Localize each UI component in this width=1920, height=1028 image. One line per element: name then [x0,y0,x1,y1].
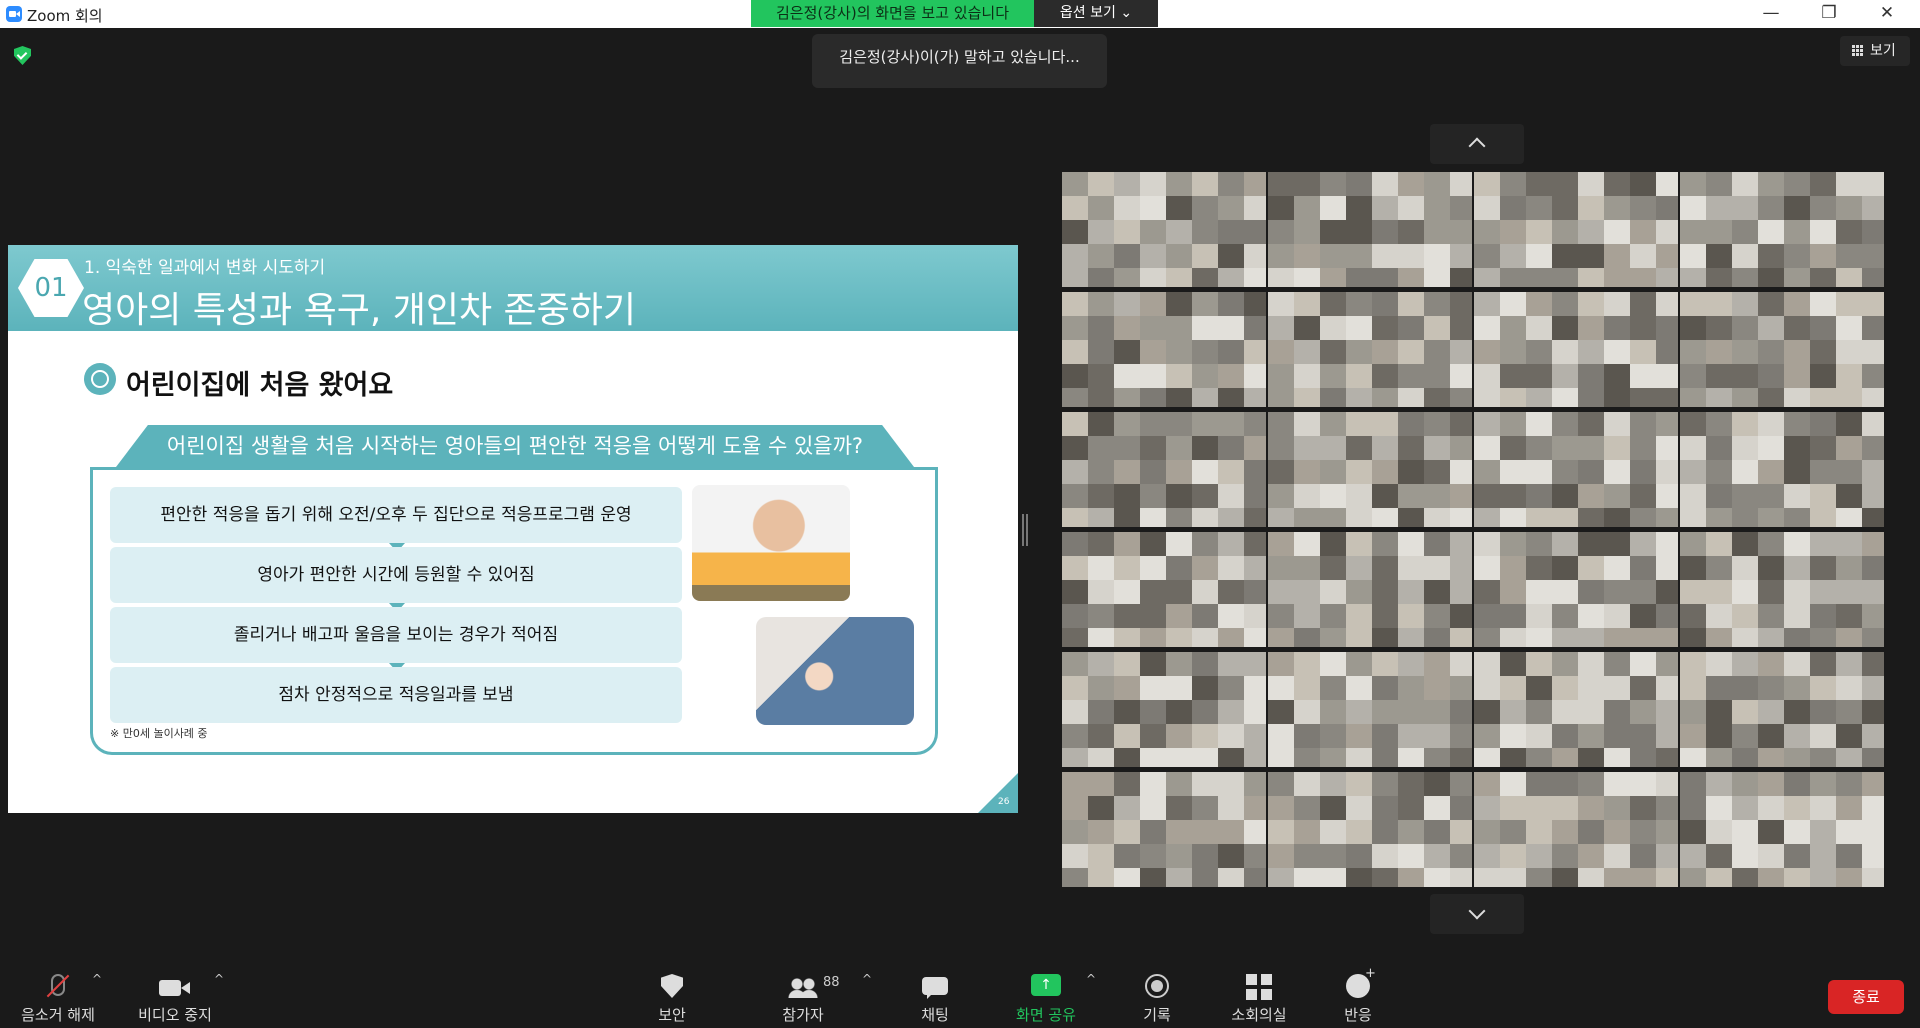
record-icon [1145,974,1169,998]
grid-icon [1852,45,1864,57]
participant-video-tile[interactable] [1680,292,1884,407]
security-label: 보안 [658,1006,686,1024]
video-options-caret[interactable]: ^ [214,972,224,986]
breakout-rooms-button[interactable]: 소회의실 [1222,968,1296,1028]
slide-page-number: 26 [998,797,1010,807]
security-shield-icon [661,974,683,998]
microphone-muted-icon [51,974,65,996]
view-button-label: 보기 [1870,43,1896,59]
participant-video-tile[interactable] [1268,292,1472,407]
participant-video-tile[interactable] [1268,772,1472,887]
slide-step-box: 편안한 적응을 돕기 위해 오전/오후 두 집단으로 적응프로그램 운영 [110,487,682,543]
participant-video-tile[interactable] [1680,532,1884,647]
participant-video-tile[interactable] [1062,172,1266,287]
slide-page-corner [978,773,1018,813]
participant-video-tile[interactable] [1062,412,1266,527]
view-button[interactable]: 보기 [1840,36,1910,66]
participant-video-tile[interactable] [1474,532,1678,647]
participant-video-tile[interactable] [1268,532,1472,647]
stop-video-label: 비디오 중지 [138,1006,212,1024]
active-speaker-notice: 김은정(강사)이(가) 말하고 있습니다... [812,34,1107,88]
reactions-button[interactable]: 반응 [1334,966,1382,1028]
participants-options-caret[interactable]: ^ [862,972,872,986]
breakout-rooms-label: 소회의실 [1231,1006,1287,1024]
chat-icon [922,977,948,999]
window-title: Zoom 회의 [27,7,103,25]
participant-video-tile[interactable] [1474,652,1678,767]
reactions-icon [1346,966,1376,998]
participants-label: 참가자 [782,1006,824,1024]
participant-video-tile[interactable] [1268,172,1472,287]
reactions-label: 반응 [1344,1006,1372,1024]
chat-label: 채팅 [921,1006,949,1024]
participant-video-tile[interactable] [1268,412,1472,527]
record-button[interactable]: 기록 [1130,968,1184,1028]
record-label: 기록 [1143,1006,1171,1024]
participant-video-tile[interactable] [1474,412,1678,527]
share-screen-icon: ↑ [1031,974,1061,996]
audio-options-caret[interactable]: ^ [92,972,102,986]
participants-icon [788,978,818,998]
end-meeting-button[interactable]: 종료 [1828,980,1904,1014]
slide-heading: 어린이집에 처음 왔어요 [126,370,394,401]
security-button[interactable]: 보안 [646,968,698,1028]
slide-note: ※ 만0세 놀이사례 중 [110,727,208,740]
slide-question-banner: 어린이집 생활을 처음 시작하는 영아들의 편안한 적응을 어떻게 도울 수 있… [116,425,914,467]
stop-video-button[interactable]: 비디오 중지 [122,968,228,1028]
slide-step-box: 영아가 편안한 시간에 등원할 수 있어짐 [110,547,682,603]
zoom-logo-icon [6,6,22,22]
participant-video-tile[interactable] [1680,172,1884,287]
smile-face-icon [84,363,116,395]
title-bar: Zoom 회의 김은정(강사)의 화면을 보고 있습니다 옵션 보기 ⌄ — ❐… [0,0,1920,28]
camera-icon [159,980,190,996]
participant-video-tile[interactable] [1474,172,1678,287]
unmute-label: 음소거 해제 [21,1006,95,1024]
participant-video-tile[interactable] [1062,292,1266,407]
participant-video-tile[interactable] [1680,412,1884,527]
slide-step-box: 졸리거나 배고파 울음을 보이는 경우가 적어짐 [110,607,682,663]
shared-screen: 01 1. 익숙한 일과에서 변화 시도하기 영아의 특성과 욕구, 개인차 존… [8,245,1018,813]
participant-video-tile[interactable] [1062,532,1266,647]
participant-video-tile[interactable] [1062,772,1266,887]
participant-video-tile[interactable] [1680,652,1884,767]
split-view-divider[interactable] [1022,514,1028,546]
participant-video-tile[interactable] [1268,652,1472,767]
slide-photo-baby-lying [756,617,914,725]
share-screen-button[interactable]: ↑ 화면 공유 [1006,968,1086,1028]
breakout-rooms-icon [1246,974,1272,1000]
participant-video-tile[interactable] [1680,772,1884,887]
close-button[interactable]: ✕ [1864,0,1910,28]
participant-video-tile[interactable] [1474,772,1678,887]
slide-title: 영아의 특성과 욕구, 개인차 존중하기 [82,290,637,331]
restore-button[interactable]: ❐ [1806,0,1852,28]
participant-video-tile[interactable] [1062,652,1266,767]
share-options-caret[interactable]: ^ [1086,972,1096,986]
slide-photo-child-eating [692,485,850,601]
chat-button[interactable]: 채팅 [904,968,966,1028]
minimize-button[interactable]: — [1748,0,1794,28]
participant-video-grid [1062,172,1890,887]
share-screen-label: 화면 공유 [1016,1006,1076,1024]
gallery-page-up-button[interactable] [1430,124,1524,164]
gallery-page-down-button[interactable] [1430,894,1524,934]
participant-count: 88 [823,975,840,990]
encryption-shield-icon[interactable] [14,46,31,65]
share-banner: 김은정(강사)의 화면을 보고 있습니다 [751,0,1034,27]
slide-subtitle: 1. 익숙한 일과에서 변화 시도하기 [84,258,326,278]
participant-video-tile[interactable] [1474,292,1678,407]
slide-step-box: 점차 안정적으로 적응일과를 보냄 [110,667,682,723]
view-options-button[interactable]: 옵션 보기 ⌄ [1034,0,1158,27]
